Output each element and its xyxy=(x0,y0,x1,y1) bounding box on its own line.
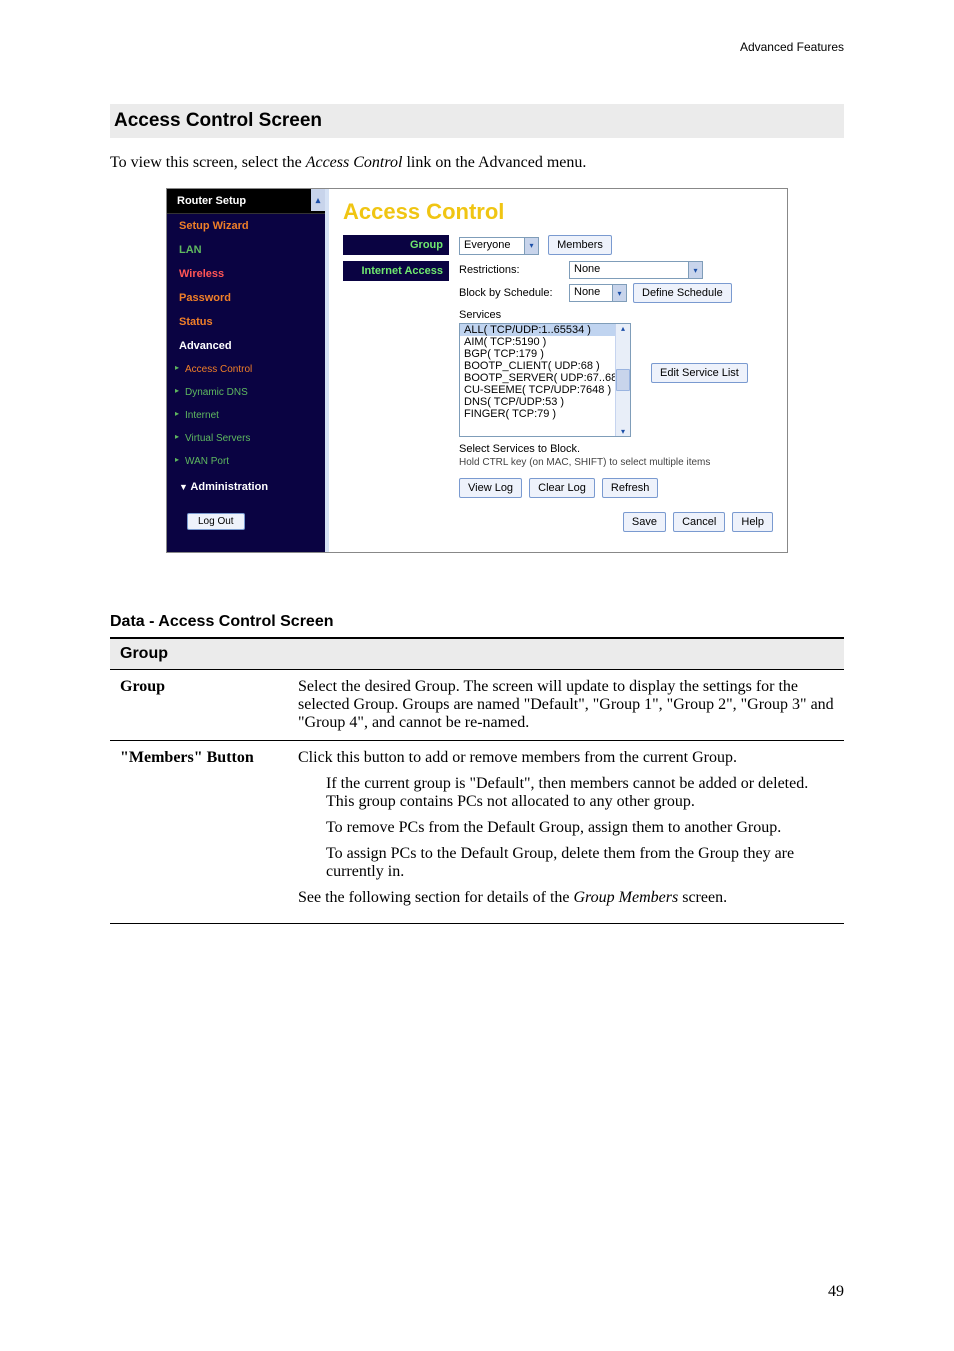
members-button[interactable]: Members xyxy=(548,235,612,255)
list-item[interactable]: CU-SEEME( TCP/UDP:7648 ) xyxy=(460,384,630,396)
group-label: Group xyxy=(343,235,449,255)
sidebar-item-administration[interactable]: Administration xyxy=(167,473,325,501)
services-label: Services xyxy=(459,309,773,321)
listbox-scrollbar[interactable]: ▴ ▾ xyxy=(615,324,630,436)
data-section-title: Data - Access Control Screen xyxy=(110,613,844,631)
sidebar-title-text: Router Setup xyxy=(177,195,246,207)
list-item[interactable]: BOOTP_SERVER( UDP:67..68 ) xyxy=(460,372,630,384)
list-item[interactable]: BOOTP_CLIENT( UDP:68 ) xyxy=(460,360,630,372)
members-p4: To assign PCs to the Default Group, dele… xyxy=(326,845,834,881)
members-p2: If the current group is "Default", then … xyxy=(326,775,834,811)
chevron-down-icon: ▾ xyxy=(613,284,627,302)
block-schedule-label: Block by Schedule: xyxy=(459,287,569,299)
router-sidebar: Router Setup ▴ Setup Wizard LAN Wireless… xyxy=(167,189,329,552)
sidebar-item-wan-port[interactable]: WAN Port xyxy=(167,450,325,473)
chevron-down-icon: ▾ xyxy=(525,237,539,255)
intro-paragraph: To view this screen, select the Access C… xyxy=(110,154,844,172)
row-label-group: Group xyxy=(110,670,288,741)
members-p5-post: screen. xyxy=(678,889,727,906)
group-select-value: Everyone xyxy=(459,237,525,255)
sidebar-item-setup-wizard[interactable]: Setup Wizard xyxy=(167,214,325,238)
intro-link-name: Access Control xyxy=(306,154,403,171)
list-item[interactable]: BGP( TCP:179 ) xyxy=(460,348,630,360)
chevron-down-icon: ▾ xyxy=(689,261,703,279)
list-item[interactable]: ALL( TCP/UDP:1..65534 ) xyxy=(460,324,630,336)
logout-button[interactable]: Log Out xyxy=(187,513,245,530)
intro-prefix: To view this screen, select the xyxy=(110,154,306,171)
sidebar-item-advanced[interactable]: Advanced xyxy=(167,334,325,358)
sidebar-item-access-control[interactable]: Access Control xyxy=(167,358,325,381)
services-listbox[interactable]: ALL( TCP/UDP:1..65534 ) AIM( TCP:5190 ) … xyxy=(459,323,631,437)
view-log-button[interactable]: View Log xyxy=(459,478,522,498)
row-label-members: "Members" Button xyxy=(110,741,288,924)
section-title-bar: Access Control Screen xyxy=(110,104,844,138)
hold-ctrl-hint: Hold CTRL key (on MAC, SHIFT) to select … xyxy=(459,457,773,468)
members-p5-pre: See the following section for details of… xyxy=(298,889,573,906)
data-table: Group Group Select the desired Group. Th… xyxy=(110,637,844,924)
clear-log-button[interactable]: Clear Log xyxy=(529,478,595,498)
screenshot-figure: Router Setup ▴ Setup Wizard LAN Wireless… xyxy=(166,188,788,553)
group-header-cell: Group xyxy=(110,638,844,670)
members-p5: See the following section for details of… xyxy=(298,889,834,907)
define-schedule-button[interactable]: Define Schedule xyxy=(633,283,732,303)
restrictions-value: None xyxy=(569,261,689,279)
row-desc-group: Select the desired Group. The screen wil… xyxy=(288,670,844,741)
save-button[interactable]: Save xyxy=(623,512,666,532)
sidebar-item-password[interactable]: Password xyxy=(167,286,325,310)
internet-access-label: Internet Access xyxy=(343,261,449,281)
scroll-thumb[interactable] xyxy=(616,369,630,391)
block-schedule-value: None xyxy=(569,284,613,302)
sidebar-item-status[interactable]: Status xyxy=(167,310,325,334)
list-item[interactable]: DNS( TCP/UDP:53 ) xyxy=(460,396,630,408)
block-schedule-select[interactable]: None ▾ xyxy=(569,284,627,302)
help-button[interactable]: Help xyxy=(732,512,773,532)
sidebar-title: Router Setup ▴ xyxy=(167,189,325,214)
sidebar-item-dynamic-dns[interactable]: Dynamic DNS xyxy=(167,381,325,404)
select-services-label: Select Services to Block. xyxy=(459,443,773,455)
scroll-up-icon: ▴ xyxy=(621,324,625,333)
members-p3: To remove PCs from the Default Group, as… xyxy=(326,819,834,837)
refresh-button[interactable]: Refresh xyxy=(602,478,659,498)
sidebar-item-wireless[interactable]: Wireless xyxy=(167,262,325,286)
restrictions-select[interactable]: None ▾ xyxy=(569,261,703,279)
sidebar-item-lan[interactable]: LAN xyxy=(167,238,325,262)
sidebar-scroll-up-icon[interactable]: ▴ xyxy=(311,189,325,211)
sidebar-item-virtual-servers[interactable]: Virtual Servers xyxy=(167,427,325,450)
page-number: 49 xyxy=(828,1283,844,1301)
scroll-down-icon: ▾ xyxy=(621,427,625,436)
members-p1: Click this button to add or remove membe… xyxy=(298,749,834,767)
list-item[interactable]: FINGER( TCP:79 ) xyxy=(460,408,630,420)
members-p5-em: Group Members xyxy=(573,889,678,906)
cancel-button[interactable]: Cancel xyxy=(673,512,725,532)
edit-service-list-button[interactable]: Edit Service List xyxy=(651,363,748,383)
list-item[interactable]: AIM( TCP:5190 ) xyxy=(460,336,630,348)
content-pane: Access Control Group Everyone ▾ Members xyxy=(329,189,787,552)
page-header-right: Advanced Features xyxy=(740,40,844,54)
content-title: Access Control xyxy=(329,189,787,235)
restrictions-label: Restrictions: xyxy=(459,264,569,276)
sidebar-item-internet[interactable]: Internet xyxy=(167,404,325,427)
row-desc-members: Click this button to add or remove membe… xyxy=(288,741,844,924)
group-select[interactable]: Everyone ▾ xyxy=(459,237,539,255)
intro-suffix: link on the Advanced menu. xyxy=(402,154,586,171)
